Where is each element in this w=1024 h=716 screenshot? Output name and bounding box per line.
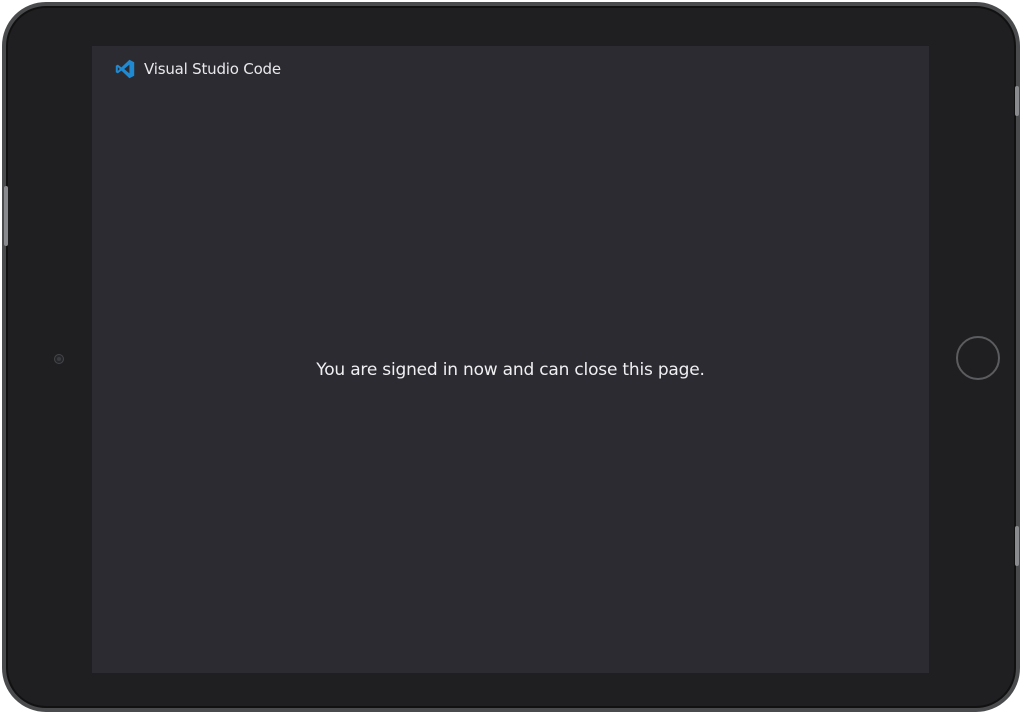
power-button (1015, 86, 1019, 116)
home-button[interactable] (956, 336, 1000, 380)
camera-icon (54, 354, 64, 364)
vscode-logo-icon (115, 59, 135, 79)
app-name: Visual Studio Code (144, 60, 281, 78)
volume-button (4, 186, 8, 246)
browser-page: Visual Studio Code You are signed in now… (92, 46, 929, 673)
side-button (1015, 526, 1019, 566)
signed-in-message: You are signed in now and can close this… (316, 360, 705, 380)
brand-header: Visual Studio Code (115, 59, 281, 79)
